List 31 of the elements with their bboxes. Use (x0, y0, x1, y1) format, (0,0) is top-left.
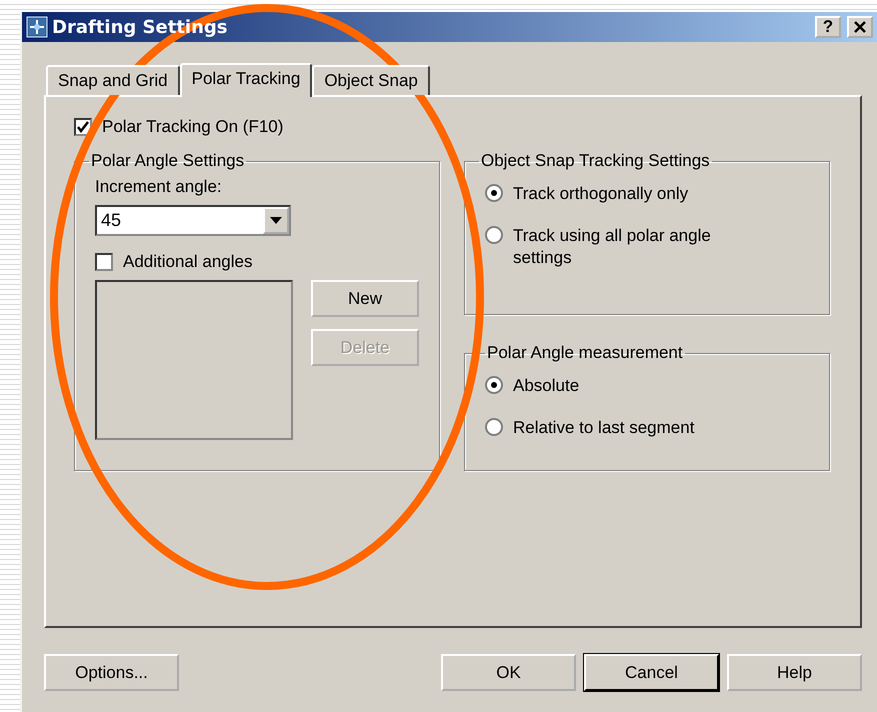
angle-list[interactable] (95, 280, 293, 440)
dialog-button[interactable]: New (311, 280, 419, 317)
group-title: Object Snap Tracking Settings (480, 151, 711, 171)
group-title: Polar Angle Settings (90, 151, 246, 171)
radio-button[interactable] (485, 226, 503, 244)
group-title: Polar Angle measurement (486, 343, 684, 363)
checkbox-label: Additional angles (123, 252, 252, 272)
dialog-button[interactable]: Options... (44, 654, 179, 691)
checkbox[interactable] (95, 253, 113, 271)
radio-label: Relative to last segment (513, 417, 694, 439)
radio-button[interactable] (485, 184, 503, 202)
dialog-button[interactable]: Help (727, 654, 862, 691)
radio-button[interactable] (485, 418, 503, 436)
tab[interactable]: Snap and Grid (46, 65, 180, 95)
dropdown-button[interactable] (263, 207, 289, 234)
close-button[interactable] (847, 16, 873, 38)
field-label: Increment angle: (95, 177, 223, 197)
caret-icon (270, 217, 282, 224)
tab[interactable]: Polar Tracking (180, 63, 312, 97)
app-icon (26, 16, 48, 38)
radio-label: Track orthogonally only (513, 183, 688, 205)
radio-label: Absolute (513, 375, 580, 397)
dialog-button[interactable]: Cancel (584, 654, 719, 691)
help-button[interactable]: ? (815, 16, 841, 38)
dialog-button[interactable]: OK (441, 654, 576, 691)
checkbox-label: Polar Tracking On (F10) (102, 117, 284, 137)
tab[interactable]: Object Snap (312, 65, 430, 95)
radio-button[interactable] (485, 376, 503, 394)
angle-dropdown[interactable]: 45 (95, 205, 291, 236)
close-icon (854, 21, 866, 33)
radio-label: Track using all polar angle settings (513, 225, 712, 269)
